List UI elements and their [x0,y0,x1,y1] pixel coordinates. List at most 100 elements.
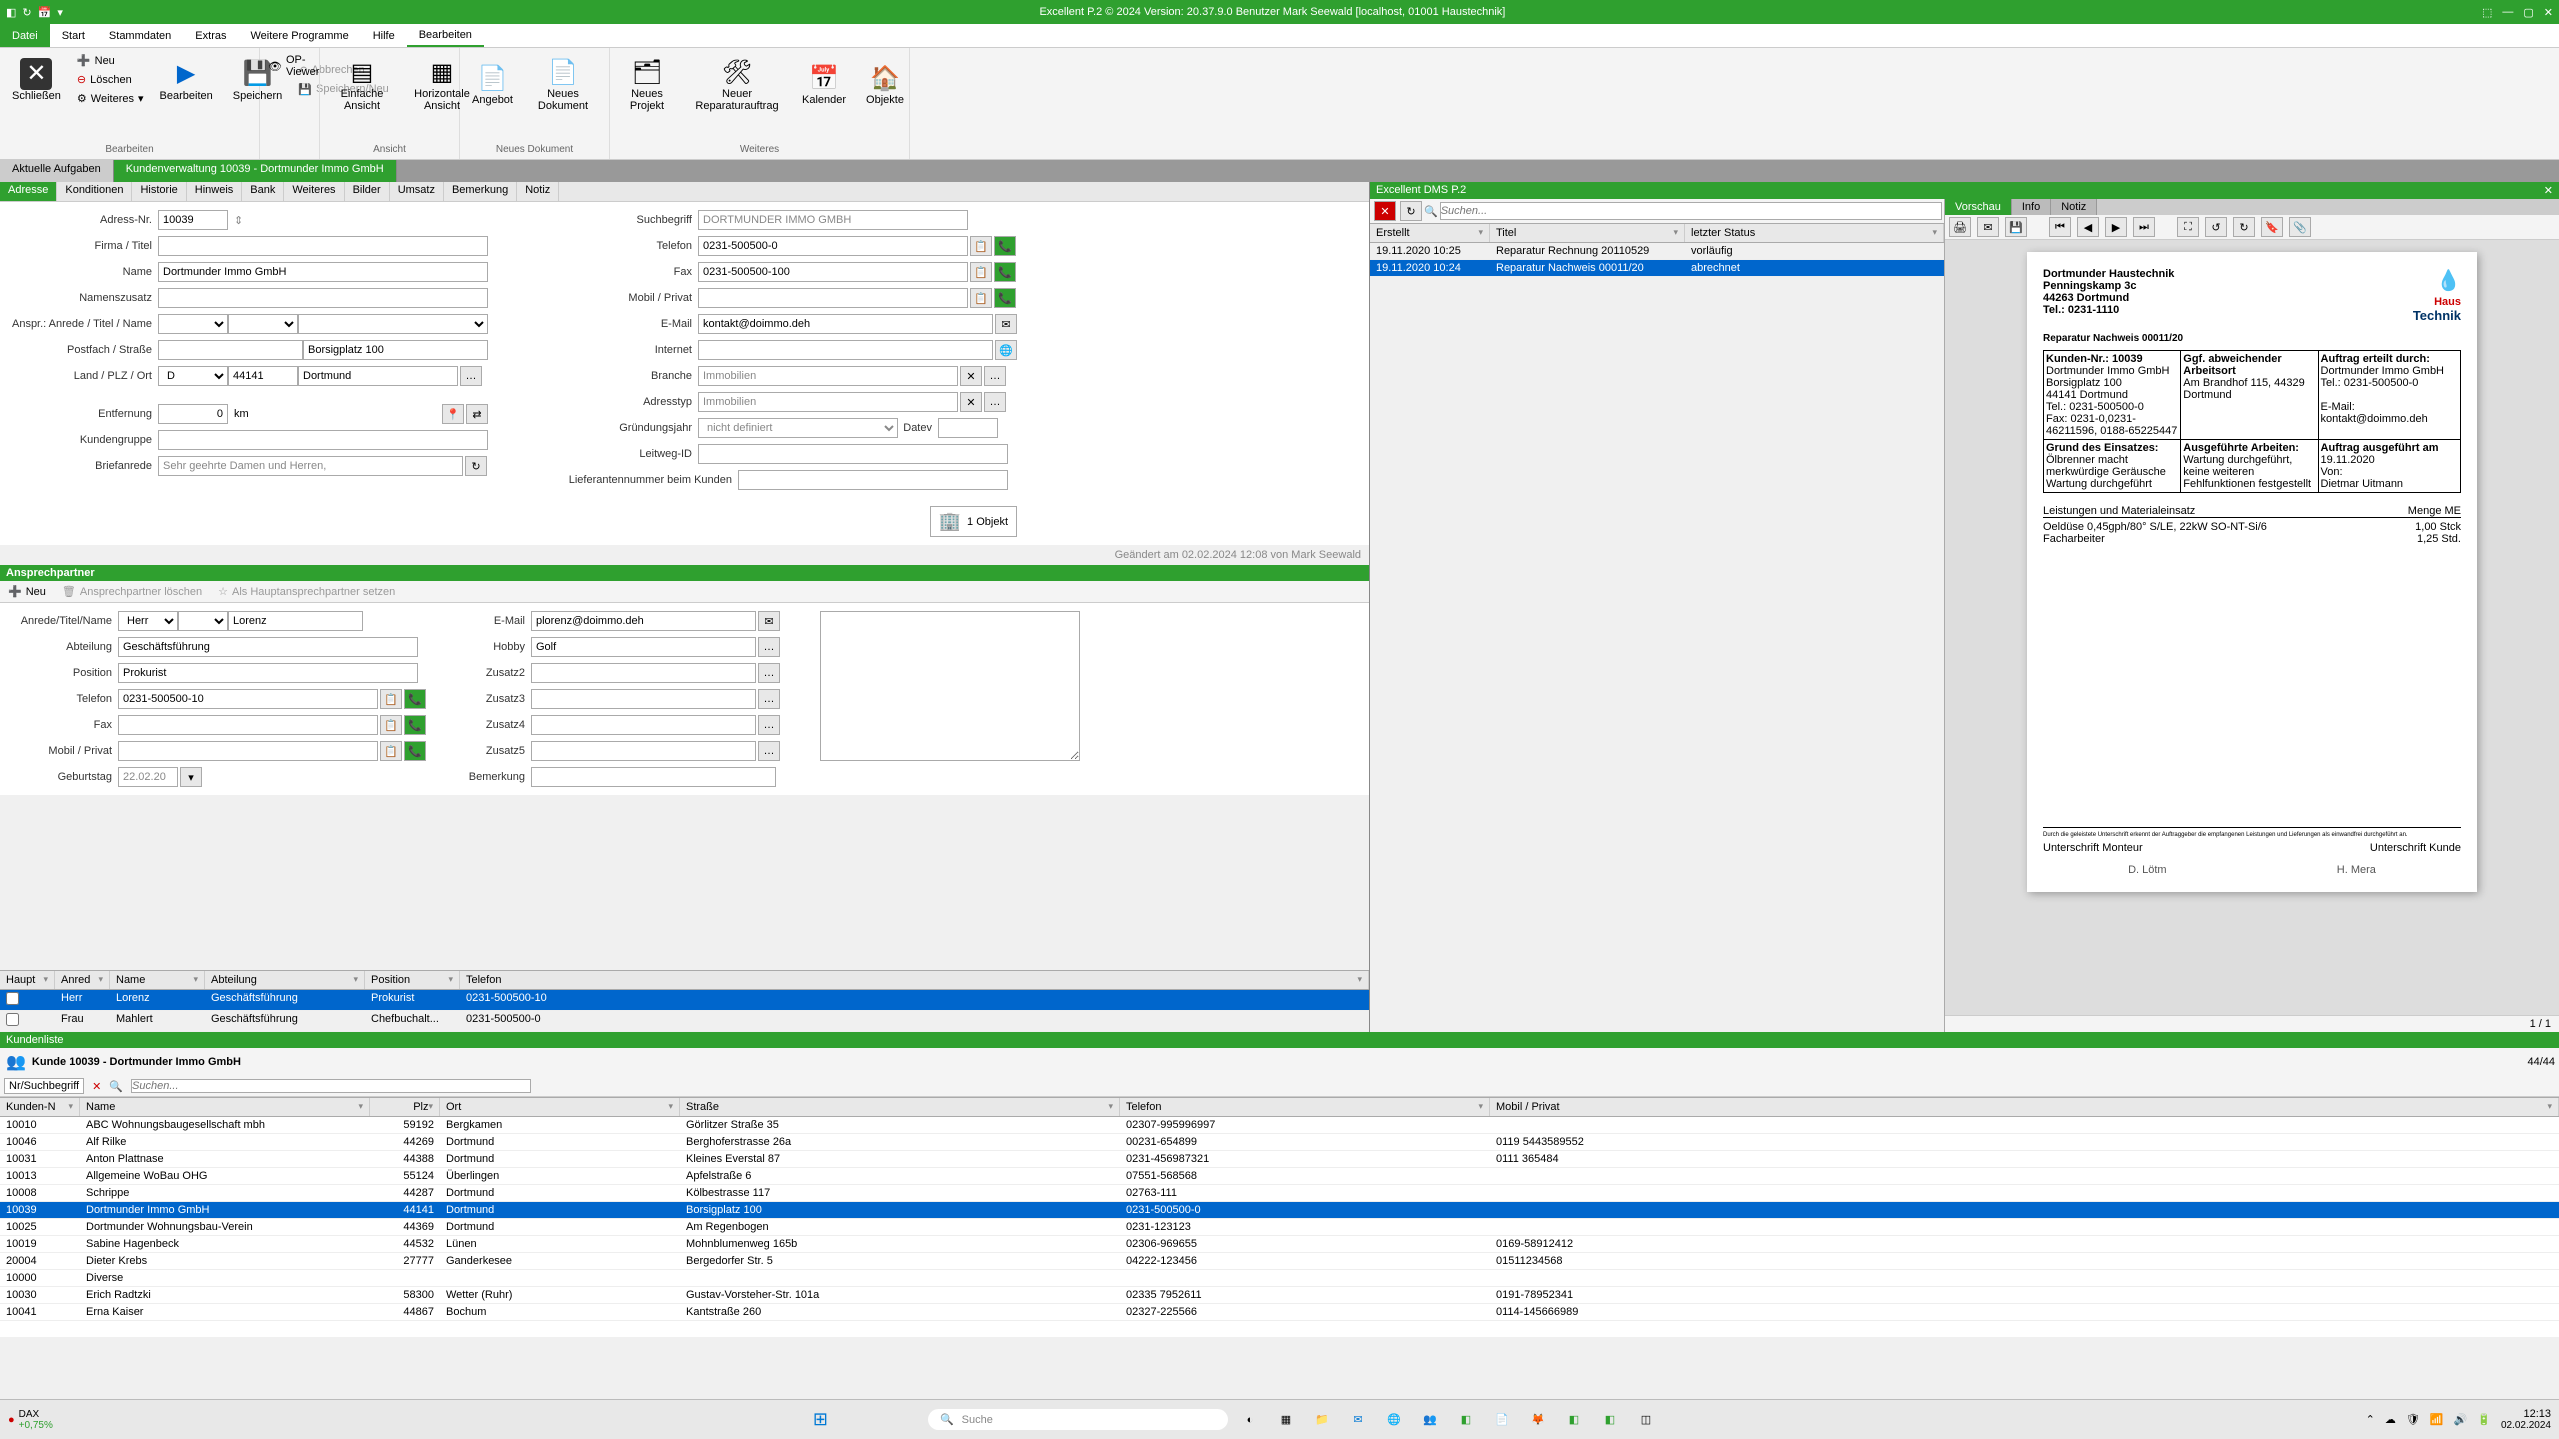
call-fax-button[interactable]: 📞 [994,262,1016,282]
taskbar-teams-icon[interactable]: 👥 [1416,1406,1444,1434]
tray-wifi-icon[interactable]: 📶 [2430,1413,2444,1426]
leitweg-input[interactable] [698,444,1008,464]
ap-z5-lookup[interactable]: … [758,741,780,761]
objekte-button[interactable]: 🏠 Objekte [858,52,912,116]
menu-hilfe[interactable]: Hilfe [361,24,407,47]
taskbar-app1-icon[interactable]: ◧ [1452,1406,1480,1434]
subtab-bemerkung[interactable]: Bemerkung [444,182,517,201]
refresh-anrede-button[interactable]: ↻ [465,456,487,476]
kundenliste-search-input[interactable] [131,1079,531,1093]
dms-refresh-button[interactable]: ↻ [1400,201,1422,221]
suchbegriff-input[interactable] [698,210,968,230]
filter-icon[interactable]: ▾ [1108,1101,1113,1113]
menu-datei[interactable]: Datei [0,24,50,47]
call-tel-button[interactable]: 📞 [994,236,1016,256]
ap-grid-row[interactable]: Frau Mahlert Geschäftsführung Chefbuchal… [0,1011,1369,1032]
ap-call-mobil-button[interactable]: 📞 [404,741,426,761]
kunden-grid-row[interactable]: 10031 Anton Plattnase 44388 Dortmund Kle… [0,1151,2559,1168]
ap-zusatz5-input[interactable] [531,741,756,761]
ap-position-input[interactable] [118,663,418,683]
filter-icon[interactable]: ▾ [1932,227,1937,239]
ap-hobby-input[interactable] [531,637,756,657]
tray-time[interactable]: 12:13 [2501,1408,2551,1420]
ap-titel-select[interactable] [178,611,228,631]
ap-neu-button[interactable]: ➕Neu [4,583,50,600]
route-button[interactable]: ⇄ [466,404,488,424]
bookmark-button[interactable]: 🔖 [2261,217,2283,237]
datev-input[interactable] [938,418,998,438]
neu-button[interactable]: ➕Neu [73,52,148,69]
taskbar-app2-icon[interactable]: ◧ [1560,1406,1588,1434]
menu-extras[interactable]: Extras [183,24,238,47]
clear-branche-button[interactable]: ✕ [960,366,982,386]
tray-onedrive-icon[interactable]: ☁ [2385,1413,2396,1426]
filter-icon[interactable]: ▾ [448,974,453,986]
dms-grid-row[interactable]: 19.11.2020 10:25 Reparatur Rechnung 2011… [1370,243,1944,260]
taskbar-app4-icon[interactable]: ◫ [1632,1406,1660,1434]
subtab-weiteres[interactable]: Weiteres [284,182,344,201]
ap-call-fax-button[interactable]: 📞 [404,715,426,735]
filter-icon[interactable]: ▾ [668,1101,673,1113]
last-page-button[interactable]: ⏭ [2133,217,2155,237]
adress-nr-input[interactable] [158,210,228,230]
ap-call-tel-button[interactable]: 📞 [404,689,426,709]
help-icon[interactable]: ⬚ [2482,6,2492,19]
dms-tab-notiz[interactable]: Notiz [2051,199,2097,215]
dms-tab-vorschau[interactable]: Vorschau [1945,199,2012,215]
filter-icon[interactable]: ▾ [193,974,198,986]
ort-lookup-button[interactable]: … [460,366,482,386]
menu-stammdaten[interactable]: Stammdaten [97,24,183,47]
close-icon[interactable]: ✕ [2544,6,2553,19]
ort-input[interactable] [298,366,458,386]
land-select[interactable]: D [158,366,228,386]
neuer-reparaturauftrag-button[interactable]: 🛠 Neuer Reparaturauftrag [684,52,790,116]
minimize-icon[interactable]: — [2502,6,2513,19]
ap-telefon-input[interactable] [118,689,378,709]
subtab-historie[interactable]: Historie [132,182,186,201]
name-input[interactable] [158,262,488,282]
kunden-grid-row[interactable]: 10041 Erna Kaiser 44867 Bochum Kantstraß… [0,1304,2559,1321]
stock-widget[interactable]: ● DAX +0,75% [8,1409,53,1431]
ap-geburtstag-input[interactable] [118,767,178,787]
adresstyp-input[interactable] [698,392,958,412]
call-mobil-button[interactable]: 📞 [994,288,1016,308]
subtab-bank[interactable]: Bank [242,182,284,201]
dms-search-input[interactable] [1440,202,1942,220]
entfernung-input[interactable] [158,404,228,424]
maximize-icon[interactable]: ▢ [2523,6,2533,19]
mail-doc-button[interactable]: ✉ [1977,217,1999,237]
dms-close-icon[interactable]: ✕ [2544,184,2553,197]
tray-security-icon[interactable]: 🛡 [2406,1413,2420,1426]
titel-select[interactable] [228,314,298,334]
menu-weitere-programme[interactable]: Weitere Programme [238,24,360,47]
filter-icon[interactable]: ▾ [98,974,103,986]
taskbar-task-view-icon[interactable]: ▦ [1272,1406,1300,1434]
email-input[interactable] [698,314,993,334]
taskbar-app3-icon[interactable]: ◧ [1596,1406,1624,1434]
ap-fax-input[interactable] [118,715,378,735]
first-page-button[interactable]: ⏮ [2049,217,2071,237]
firma-input[interactable] [158,236,488,256]
kalender-button[interactable]: 📅 Kalender [794,52,854,116]
telefon-input[interactable] [698,236,968,256]
fax-input[interactable] [698,262,968,282]
attach-button[interactable]: 📎 [2289,217,2311,237]
clear-adresstyp-button[interactable]: ✕ [960,392,982,412]
subtab-hinweis[interactable]: Hinweis [187,182,243,201]
prev-page-button[interactable]: ◀ [2077,217,2099,237]
branche-input[interactable] [698,366,958,386]
kunden-grid-row[interactable]: 10019 Sabine Hagenbeck 44532 Lünen Mohnb… [0,1236,2559,1253]
fit-button[interactable]: ⛶ [2177,217,2199,237]
ap-grid-row[interactable]: Herr Lorenz Geschäftsführung Prokurist 0… [0,990,1369,1011]
subtab-bilder[interactable]: Bilder [345,182,390,201]
subtab-adresse[interactable]: Adresse [0,182,57,201]
filter-icon[interactable]: ▾ [1357,974,1362,986]
kunden-grid-row[interactable]: 10030 Erich Radtzki 58300 Wetter (Ruhr) … [0,1287,2559,1304]
calendar-icon[interactable]: 📅 [38,6,52,19]
tab-aufgaben[interactable]: Aktuelle Aufgaben [0,160,114,182]
subtab-notiz[interactable]: Notiz [517,182,559,201]
ap-email-input[interactable] [531,611,756,631]
schliessen-button[interactable]: ✕ Schließen [4,52,69,107]
mobil-input[interactable] [698,288,968,308]
plz-input[interactable] [228,366,298,386]
